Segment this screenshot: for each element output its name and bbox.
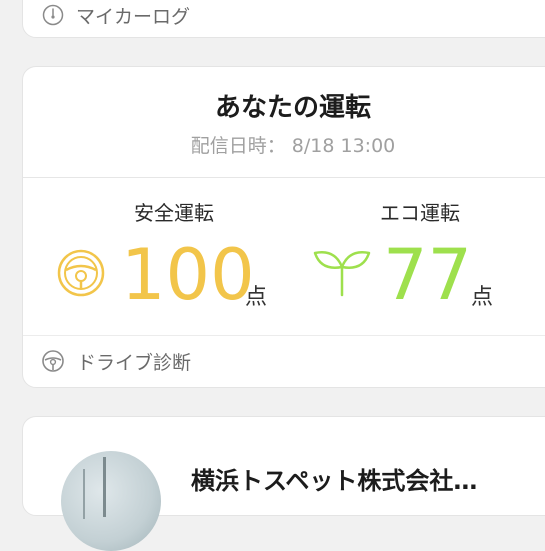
eco-driving-unit: 点	[471, 285, 494, 310]
divider	[23, 177, 545, 178]
steering-wheel-icon	[57, 249, 105, 297]
eco-driving-label: エコ運転	[380, 201, 460, 225]
spot-card[interactable]: 横浜トスペット株式会社…	[22, 416, 545, 551]
driving-title: あなたの運転	[214, 93, 371, 123]
spot-title: 横浜トスペット株式会社…	[191, 467, 478, 495]
my-car-log-label: マイカーログ	[76, 5, 191, 28]
driving-score-card: あなたの運転 配信日時： 8/18 13:00 安全運転 エコ運転 100 点 …	[22, 66, 545, 388]
safe-driving-unit: 点	[245, 285, 268, 310]
my-car-log-card[interactable]: マイカーログ	[22, 0, 545, 38]
safe-driving-score: 100	[121, 234, 255, 316]
drive-diagnosis-label: ドライブ診断	[77, 351, 192, 374]
thumbnail-mast	[103, 457, 106, 517]
my-car-log-link[interactable]: マイカーログ	[42, 1, 190, 29]
delivery-date-value: 8/18 13:00	[291, 135, 396, 157]
steering-wheel-icon	[42, 350, 64, 372]
eco-driving-score: 77	[383, 234, 473, 316]
gauge-icon	[42, 4, 64, 26]
spot-thumbnail	[61, 451, 161, 551]
delivery-datetime: 配信日時： 8/18 13:00	[23, 131, 545, 158]
sprout-icon	[313, 251, 371, 297]
drive-diagnosis-link[interactable]: ドライブ診断	[41, 343, 191, 379]
divider	[23, 335, 545, 336]
safe-driving-label: 安全運転	[134, 201, 214, 225]
thumbnail-mast	[83, 469, 85, 519]
delivery-date-label: 配信日時：	[190, 135, 286, 157]
